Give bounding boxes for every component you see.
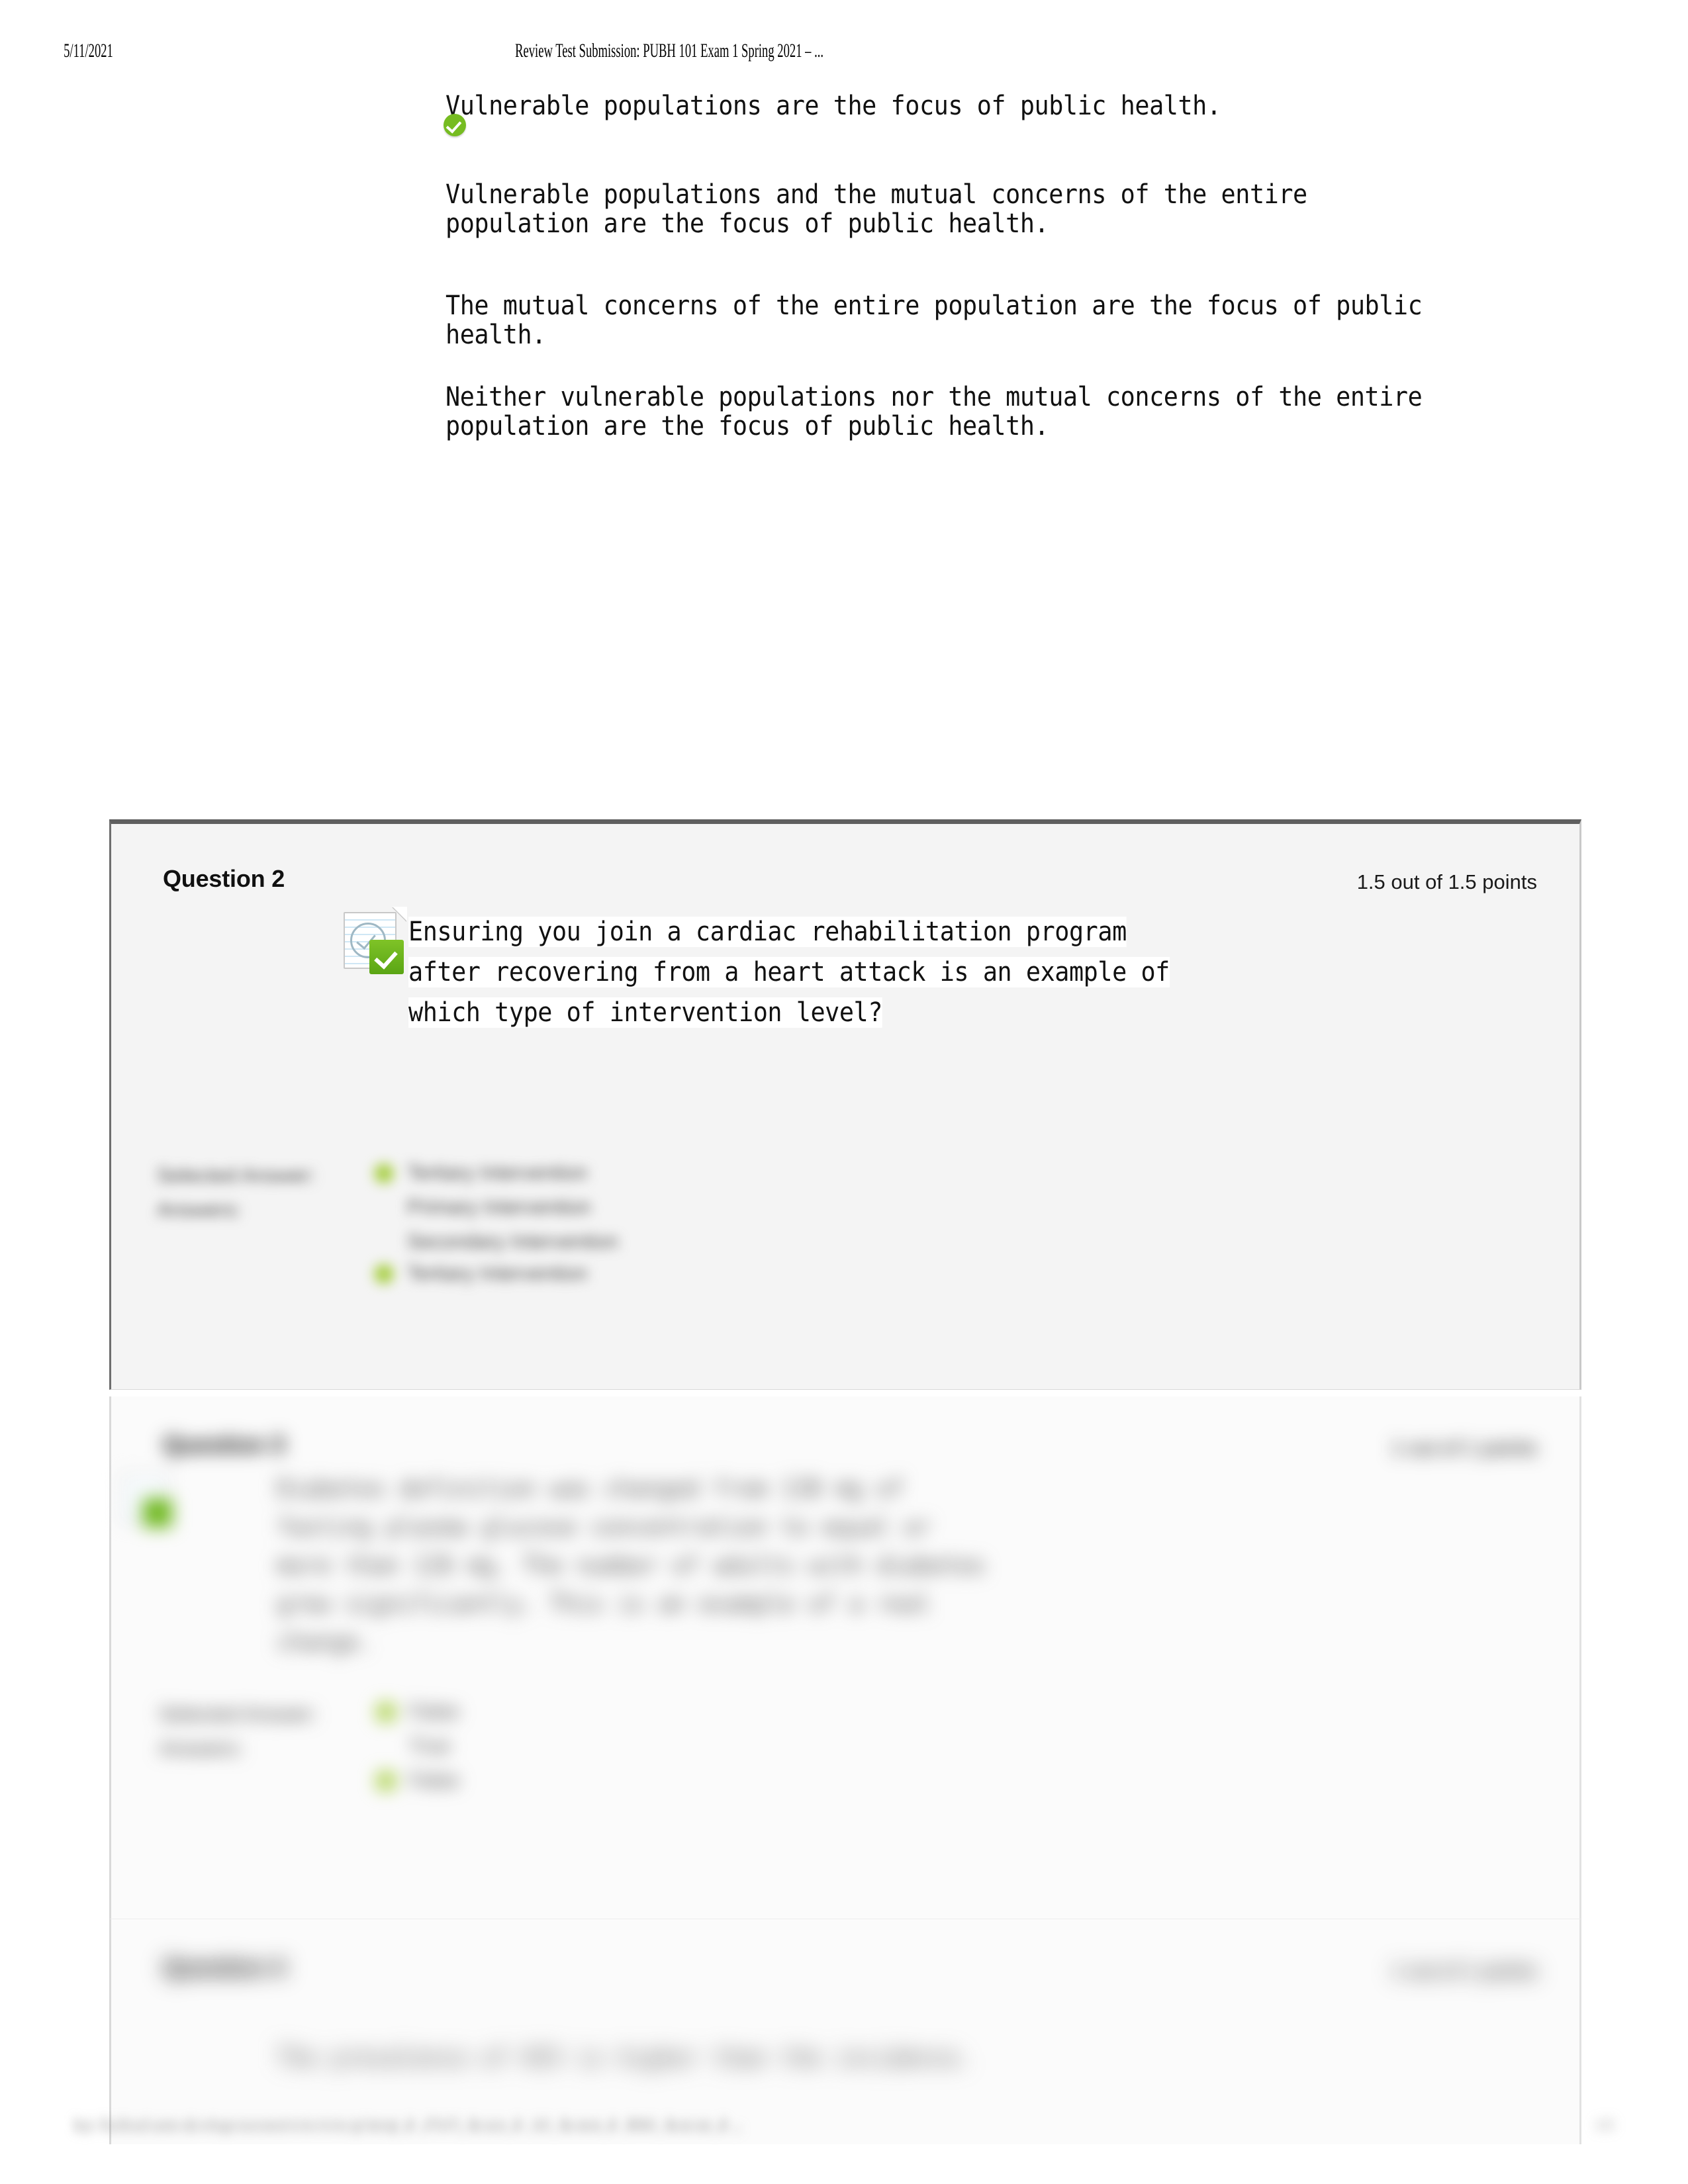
question-4-block: Question 4 1 out of 1 points The prevale…	[109, 1919, 1581, 2144]
question-3-stem: Diabetes definition was changed from 130…	[277, 1469, 1434, 1661]
question-3-selected-answer-value: False	[409, 1700, 459, 1723]
question-3-answer-option-2: False	[409, 1768, 459, 1792]
question-2-selected-answer-label: Selected Answer:	[157, 1163, 316, 1187]
answer-option-4[interactable]: Neither vulnerable populations nor the m…	[445, 383, 1456, 441]
question-4-points: 1 out of 1 points	[1391, 1959, 1537, 1982]
question-3-stem-line-1: Diabetes definition was changed from 130…	[277, 1474, 904, 1503]
green-check-circle-icon	[444, 114, 466, 136]
question-3-selected-answer-label: Selected Answer:	[159, 1702, 318, 1725]
question-3-block: Question 3 1 out of 1 points Diabetes de…	[109, 1396, 1581, 1919]
question-3-points: 1 out of 1 points	[1391, 1436, 1537, 1459]
question-3-answer-option-1: True	[409, 1734, 451, 1757]
print-header: 5/11/2021 Review Test Submission: PUBH 1…	[0, 40, 1047, 66]
question-2-title: Question 2	[163, 865, 285, 892]
question-2-answer-option-2: Secondary Intervention	[407, 1230, 618, 1253]
page-fold-shape	[393, 907, 407, 921]
question-2-stem-line-1: Ensuring you join a cardiac rehabilitati…	[408, 917, 1127, 947]
question-2-points: 1.5 out of 1.5 points	[1356, 870, 1537, 893]
correct-answer-dot-icon	[374, 1264, 394, 1284]
correct-answer-dot-icon	[376, 1771, 396, 1791]
answer-option-1[interactable]: Vulnerable populations are the focus of …	[445, 91, 1456, 120]
question-4-title: Question 4	[163, 1954, 285, 1981]
question-2-selected-answer-value: Tertiary Intervention	[407, 1161, 588, 1184]
question-3-answers-label: Answers:	[159, 1737, 244, 1760]
question-3-status-icon	[119, 1471, 175, 1527]
question-1-options-list: Vulnerable populations are the focus of …	[109, 66, 1581, 814]
print-header-title: Review Test Submission: PUBH 101 Exam 1 …	[515, 40, 824, 62]
question-3-stem-line-3: more than 126 mg. The number of adults w…	[277, 1551, 986, 1580]
print-header-date: 5/11/2021	[64, 40, 113, 62]
question-4-stem-line-1: The prevalence of HIV is higher than the…	[277, 2043, 972, 2072]
question-2-answer-option-1: Primary Intervention	[407, 1195, 591, 1218]
question-2-answers-area: Selected Answer: Tertiary Intervention A…	[109, 1138, 1581, 1390]
question-3-title: Question 3	[163, 1431, 285, 1458]
green-check-badge-icon	[369, 940, 404, 974]
page-number: 1/5	[1595, 2116, 1615, 2133]
question-3-stem-line-2: fasting plasma glucose concentration to …	[277, 1512, 931, 1541]
notepad-with-green-check-icon	[340, 907, 407, 974]
question-2-stem: Ensuring you join a cardiac rehabilitati…	[408, 912, 1468, 1033]
question-2-stem-line-3: which type of intervention level?	[408, 997, 882, 1028]
selected-answer-dot-icon	[376, 1702, 396, 1722]
answer-option-2[interactable]: Vulnerable populations and the mutual co…	[445, 180, 1456, 238]
selected-answer-dot-icon	[374, 1163, 394, 1183]
question-2-answer-option-3: Tertiary Intervention	[407, 1261, 588, 1285]
page-content-frame: Vulnerable populations are the focus of …	[109, 66, 1581, 2144]
question-4-stem: The prevalence of HIV is higher than the…	[277, 2038, 1434, 2077]
answer-option-3[interactable]: The mutual concerns of the entire popula…	[445, 291, 1456, 349]
page-footer-url: https://blackboard.sumter.edu/webapps/as…	[73, 2116, 745, 2133]
question-2-answers-label: Answers:	[157, 1198, 242, 1221]
question-3-blurred-content: Question 3 1 out of 1 points Diabetes de…	[111, 1396, 1579, 1919]
question-3-stem-line-5: change.	[277, 1627, 373, 1657]
question-3-stem-line-4: grew significantly. This is an example o…	[277, 1589, 931, 1618]
question-4-blurred-content: Question 4 1 out of 1 points The prevale…	[111, 1919, 1579, 2144]
question-2-stem-line-2: after recovering from a heart attack is …	[408, 957, 1170, 987]
